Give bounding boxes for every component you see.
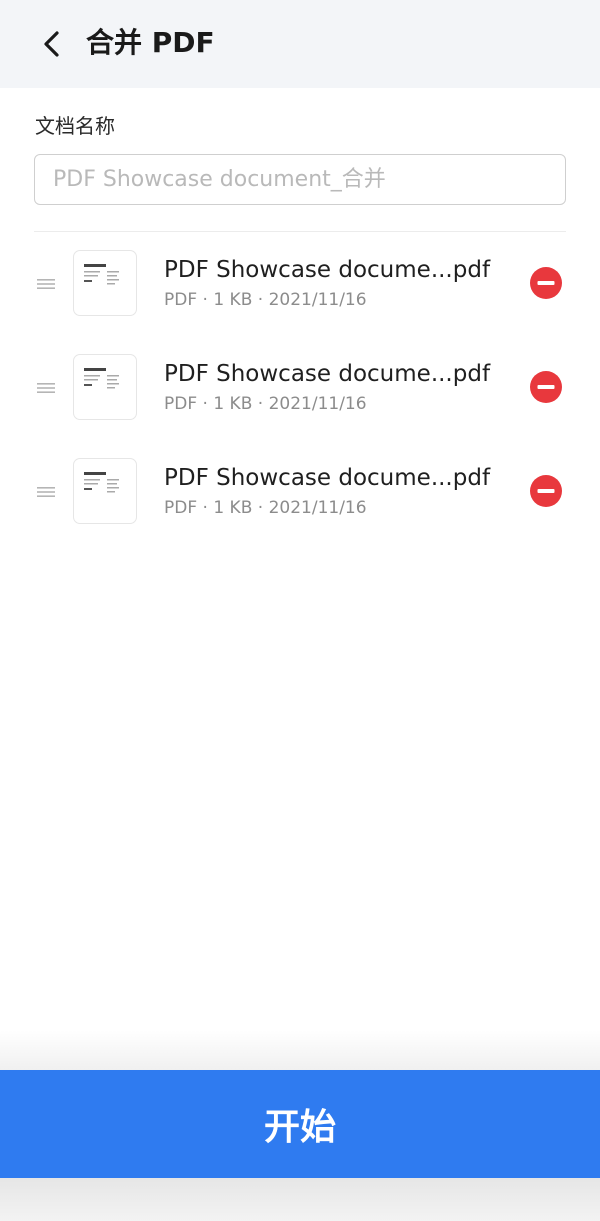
back-button[interactable] [30, 22, 74, 66]
file-item[interactable]: PDF Showcase docume...pdf PDF · 1 KB · 2… [0, 336, 600, 440]
app-header: 合并 PDF [0, 0, 600, 88]
bottom-bar [0, 1178, 600, 1221]
start-button[interactable]: 开始 [0, 1070, 600, 1178]
file-meta: PDF · 1 KB · 2021/11/16 [164, 290, 367, 310]
pdf-thumbnail-icon [73, 250, 137, 316]
drag-handle-icon[interactable] [36, 276, 56, 292]
remove-circle-icon[interactable] [529, 370, 563, 404]
file-meta: PDF · 1 KB · 2021/11/16 [164, 498, 367, 518]
bottom-shadow [0, 1030, 600, 1070]
document-name-input[interactable] [34, 154, 566, 205]
document-name-label: 文档名称 [35, 114, 115, 138]
remove-circle-icon[interactable] [529, 266, 563, 300]
file-meta: PDF · 1 KB · 2021/11/16 [164, 394, 367, 414]
drag-handle-icon[interactable] [36, 380, 56, 396]
file-item[interactable]: PDF Showcase docume...pdf PDF · 1 KB · 2… [0, 440, 600, 544]
pdf-thumbnail-icon [73, 354, 137, 420]
file-name: PDF Showcase docume...pdf [164, 361, 491, 387]
file-item[interactable]: PDF Showcase docume...pdf PDF · 1 KB · 2… [0, 232, 600, 336]
file-name: PDF Showcase docume...pdf [164, 465, 491, 491]
file-name: PDF Showcase docume...pdf [164, 257, 491, 283]
file-list: PDF Showcase docume...pdf PDF · 1 KB · 2… [0, 232, 600, 544]
pdf-thumbnail-icon [73, 458, 137, 524]
page-title: 合并 PDF [86, 26, 215, 59]
remove-circle-icon[interactable] [529, 474, 563, 508]
chevron-left-icon [44, 31, 59, 57]
drag-handle-icon[interactable] [36, 484, 56, 500]
